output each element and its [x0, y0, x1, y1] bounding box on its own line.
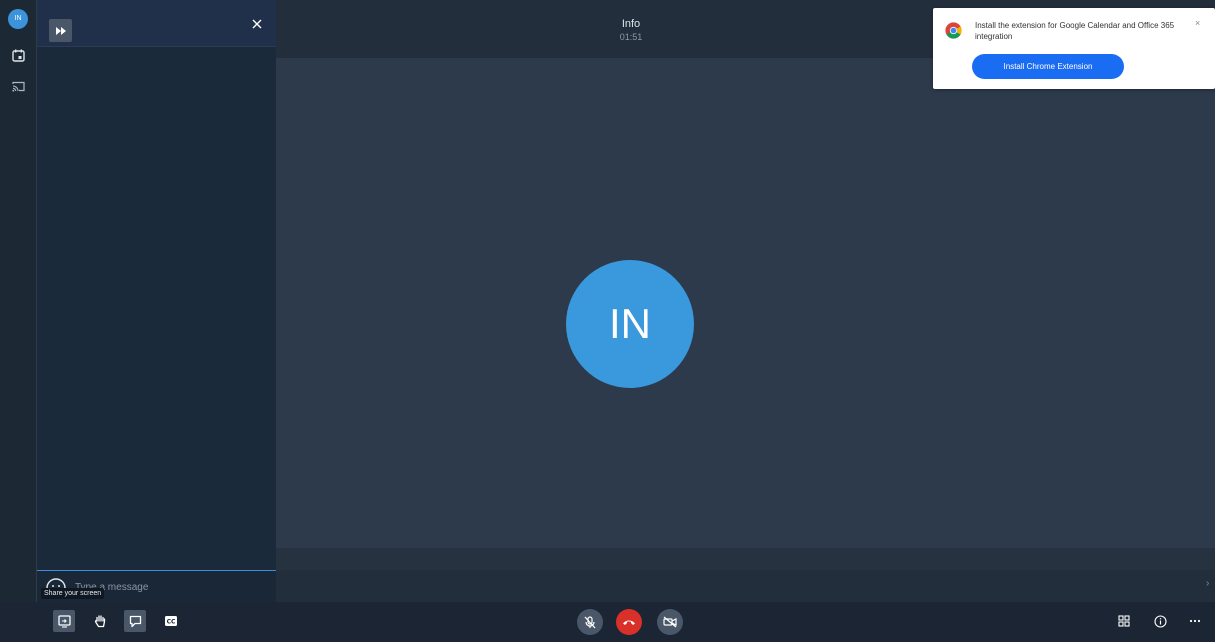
- meeting-title: Info: [621, 18, 641, 30]
- cast-icon[interactable]: [8, 76, 28, 96]
- meeting-timer: 01:51: [619, 32, 643, 42]
- notification-close-button[interactable]: ×: [1195, 18, 1200, 28]
- video-stage: Info 01:51 IN ›: [276, 0, 1215, 602]
- extension-notification: Install the extension for Google Calenda…: [933, 8, 1215, 89]
- raise-hand-icon: [94, 615, 105, 628]
- closed-captions-icon: CC: [165, 616, 177, 626]
- notification-message: Install the extension for Google Calenda…: [975, 21, 1175, 41]
- tile-view-button[interactable]: [1113, 610, 1135, 632]
- hang-up-icon: [623, 620, 635, 625]
- tile-view-icon: [1118, 615, 1130, 627]
- filmstrip-band: [276, 548, 1215, 570]
- left-rail: IN: [0, 0, 37, 642]
- mic-muted-icon: [584, 615, 596, 628]
- chat-panel: Type a message Share your screen: [37, 0, 276, 603]
- fast-forward-icon: [55, 26, 66, 35]
- camera-off-icon: [663, 616, 677, 628]
- chat-input-row: Type a message Share your screen: [37, 570, 276, 603]
- share-screen-button[interactable]: [53, 610, 75, 632]
- more-options-icon: [1189, 619, 1201, 623]
- share-screen-icon: [57, 614, 71, 628]
- camera-toggle-button[interactable]: [657, 609, 683, 635]
- closed-captions-button[interactable]: CC: [160, 610, 182, 632]
- info-icon: [1153, 614, 1167, 628]
- install-chrome-extension-button[interactable]: Install Chrome Extension: [972, 54, 1124, 79]
- info-button[interactable]: [1149, 610, 1171, 632]
- collapse-panel-button[interactable]: [49, 19, 72, 42]
- svg-text:CC: CC: [167, 619, 176, 626]
- chrome-icon: [945, 22, 962, 39]
- share-screen-tooltip: Share your screen: [41, 588, 105, 599]
- chat-button[interactable]: [124, 610, 146, 632]
- close-panel-button[interactable]: [247, 14, 267, 34]
- raise-hand-button[interactable]: [89, 610, 111, 632]
- participant-avatar: IN: [566, 260, 694, 388]
- chat-icon: [129, 615, 141, 627]
- participant-video-area: [276, 58, 1215, 548]
- calendar-icon[interactable]: [8, 45, 28, 65]
- close-icon: [252, 19, 262, 29]
- meeting-app: IN Type a message Share your screen Info…: [0, 0, 1215, 642]
- chevron-right-icon[interactable]: ›: [1206, 578, 1209, 589]
- hang-up-button[interactable]: [616, 609, 642, 635]
- microphone-toggle-button[interactable]: [577, 609, 603, 635]
- chat-panel-header: [37, 0, 276, 47]
- more-options-button[interactable]: [1184, 610, 1206, 632]
- bottom-toolbar: CC: [0, 602, 1215, 642]
- user-avatar[interactable]: IN: [8, 9, 28, 29]
